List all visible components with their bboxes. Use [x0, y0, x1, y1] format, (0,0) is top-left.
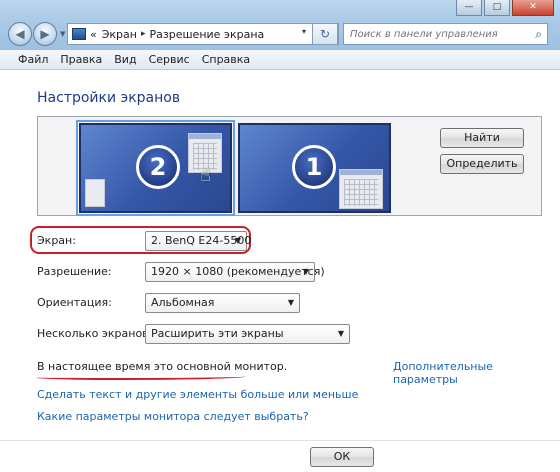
ok-button[interactable]: ОК	[310, 447, 374, 467]
back-arrow-icon: ◀	[15, 27, 25, 41]
primary-monitor-status: В настоящее время это основной монитор.	[37, 360, 288, 373]
forward-arrow-icon: ▶	[40, 27, 50, 41]
address-overflow-chevron-icon[interactable]: «	[90, 28, 97, 41]
recent-pages-dropdown-icon[interactable]: ▼	[60, 30, 65, 38]
identify-button[interactable]: Определить	[440, 154, 524, 174]
search-icon[interactable]: ⌕	[535, 27, 542, 42]
status-underline-mark	[36, 374, 246, 380]
advanced-settings-link[interactable]: Дополнительные параметры	[393, 360, 560, 386]
resolution-select[interactable]: 1920 × 1080 (рекомендуется) ▼	[145, 262, 325, 282]
multiple-displays-select[interactable]: Расширить эти экраны ▼	[145, 324, 350, 344]
control-panel-icon	[72, 28, 86, 40]
search-box[interactable]: ⌕	[343, 23, 548, 45]
screen-label: Экран:	[37, 234, 76, 247]
minimize-button[interactable]: —	[456, 0, 482, 16]
page-title: Настройки экранов	[37, 90, 181, 106]
menu-edit[interactable]: Правка	[54, 53, 108, 66]
chevron-down-icon: ▼	[337, 329, 344, 338]
resolution-select-value: 1920 × 1080 (рекомендуется)	[151, 265, 325, 278]
resolution-label: Разрешение:	[37, 265, 112, 278]
monitor-number-badge: 2	[136, 145, 180, 189]
orientation-label: Ориентация:	[37, 296, 112, 309]
forward-button[interactable]: ▶	[33, 22, 57, 46]
refresh-icon: ↻	[319, 27, 331, 41]
hand-cursor-icon: ☝	[200, 165, 211, 186]
maximize-button[interactable]: □	[484, 0, 510, 16]
footer-divider	[0, 440, 560, 441]
monitor-1[interactable]: 1	[238, 123, 391, 213]
which-settings-link[interactable]: Какие параметры монитора следует выбрать…	[37, 410, 309, 423]
title-bar: — □ ✕ ◀ ▶ ▼ « Экран ▸ Разрешение экрана …	[0, 0, 560, 50]
orientation-select[interactable]: Альбомная ▼	[145, 293, 300, 313]
close-button[interactable]: ✕	[512, 0, 554, 16]
search-input[interactable]	[350, 28, 520, 40]
breadcrumb-screen[interactable]: Экран	[102, 28, 137, 41]
window-thumbnail-icon	[339, 169, 383, 209]
screen-select[interactable]: 2. BenQ E24-5500 ▼	[145, 231, 251, 251]
breadcrumb-separator-icon[interactable]: ▸	[141, 29, 146, 39]
monitor-2[interactable]: 2 ☝	[76, 120, 235, 216]
menu-file[interactable]: Файл	[12, 53, 54, 66]
window-controls: — □ ✕	[456, 0, 554, 16]
menu-tools[interactable]: Сервис	[143, 53, 196, 66]
chevron-down-icon: ▼	[287, 298, 294, 307]
multiple-displays-select-value: Расширить эти экраны	[151, 327, 284, 340]
chevron-down-icon: ▼	[234, 236, 241, 245]
monitor-number-badge: 1	[292, 145, 336, 189]
breadcrumb-resolution[interactable]: Разрешение экрана	[150, 28, 265, 41]
multiple-displays-label: Несколько экранов:	[37, 327, 153, 340]
address-dropdown-icon[interactable]: ▾	[296, 27, 312, 36]
text-size-link[interactable]: Сделать текст и другие элементы больше и…	[37, 388, 358, 401]
orientation-select-value: Альбомная	[151, 296, 215, 309]
refresh-button[interactable]: ↻	[312, 23, 338, 45]
chevron-down-icon: ▼	[302, 267, 309, 276]
find-button[interactable]: Найти	[440, 128, 524, 148]
taskbar-thumbnail-icon	[85, 179, 105, 207]
menu-view[interactable]: Вид	[108, 53, 142, 66]
back-button[interactable]: ◀	[8, 22, 32, 46]
menu-help[interactable]: Справка	[196, 53, 256, 66]
menu-bar: Файл Правка Вид Сервис Справка	[0, 50, 560, 70]
